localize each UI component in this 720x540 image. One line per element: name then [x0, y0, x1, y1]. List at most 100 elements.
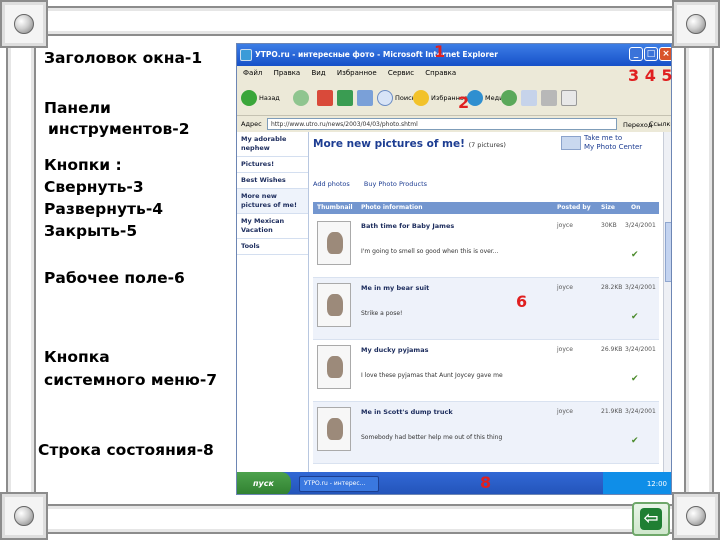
table-row[interactable]: Bath time for Baby James I'm going to sm…: [313, 216, 659, 278]
photo-desc: I love these pyjamas that Aunt Joycey ga…: [361, 372, 503, 379]
photo-title[interactable]: Me in Scott's dump truck: [361, 408, 453, 416]
marker-3-4-5: 3 4 5: [628, 66, 673, 85]
col-size[interactable]: Size: [601, 202, 615, 214]
buy-products-link[interactable]: Buy Photo Products: [364, 180, 427, 188]
toolbar-print-button[interactable]: [541, 88, 559, 108]
frame-corner-bottom-right: [672, 492, 720, 540]
photo-by: joyce: [557, 346, 573, 353]
col-thumbnail[interactable]: Thumbnail: [317, 202, 353, 214]
address-input[interactable]: http://www.utro.ru/news/2003/04/03/photo…: [267, 118, 617, 130]
photo-desc: Strike a pose!: [361, 310, 403, 317]
label-sysmenu-line2: системного меню-7: [44, 371, 218, 389]
table-header: Thumbnail Photo information Posted by Si…: [313, 202, 659, 214]
frame-bottom-bar: [30, 504, 690, 534]
photo-center-link[interactable]: Take me to My Photo Center: [561, 134, 642, 152]
sidenav-item[interactable]: Best Wishes: [237, 173, 308, 189]
photo-thumbnail[interactable]: [317, 345, 351, 389]
frame-corner-bottom-left: [0, 492, 48, 540]
taskbar-window-button[interactable]: УТРО.ru - интерес...: [299, 476, 379, 492]
menu-tools[interactable]: Сервис: [388, 69, 414, 77]
table-row[interactable]: Me in Scott's dump truck Somebody had be…: [313, 402, 659, 464]
edit-check-icon[interactable]: ✔: [631, 436, 639, 446]
edit-check-icon[interactable]: ✔: [631, 374, 639, 384]
table-row[interactable]: My ducky pyjamas I love these pyjamas th…: [313, 340, 659, 402]
ie-app-icon[interactable]: [240, 49, 252, 61]
marker-2: 2: [458, 93, 470, 112]
label-buttons-maximize: Развернуть-4: [44, 200, 164, 218]
star-icon: [413, 90, 429, 106]
photo-size: 21.9KB: [601, 408, 623, 415]
toolbar-stop-button[interactable]: [317, 88, 335, 108]
photo-size: 30KB: [601, 222, 617, 229]
back-arrow-icon: [241, 90, 257, 106]
links-label[interactable]: Ссылки: [649, 116, 671, 132]
menu-file[interactable]: Файл: [243, 69, 262, 77]
back-button[interactable]: ⇦: [632, 502, 670, 536]
forward-arrow-icon: [293, 90, 309, 106]
stop-icon: [317, 90, 333, 106]
label-status-bar: Строка состояния-8: [38, 441, 214, 459]
photo-thumbnail[interactable]: [317, 283, 351, 327]
photo-title[interactable]: Bath time for Baby James: [361, 222, 454, 230]
menu-favorites[interactable]: Избранное: [337, 69, 377, 77]
toolbar-history-button[interactable]: [501, 88, 519, 108]
maximize-icon[interactable]: □: [644, 47, 658, 61]
col-posted-by[interactable]: Posted by: [557, 202, 591, 214]
toolbar-back-button[interactable]: Назад: [241, 88, 280, 108]
marker-6: 6: [516, 292, 528, 311]
page-title: More new pictures of me! (7 pictures): [313, 138, 506, 150]
add-photos-link[interactable]: Add photos: [313, 180, 350, 188]
minimize-icon[interactable]: _: [629, 47, 643, 61]
vertical-scrollbar[interactable]: [663, 132, 671, 472]
col-on[interactable]: On: [631, 202, 640, 214]
edit-check-icon[interactable]: ✔: [631, 250, 639, 260]
arrow-left-icon: ⇦: [640, 508, 662, 530]
scrollbar-thumb[interactable]: [665, 222, 671, 282]
label-sysmenu-line1: Кнопка: [44, 348, 110, 366]
home-icon: [357, 90, 373, 106]
sidenav-item[interactable]: My Mexican Vacation: [237, 214, 308, 239]
taskbar: пуск УТРО.ru - интерес... 12:00: [237, 472, 671, 494]
photo-table: Bath time for Baby James I'm going to sm…: [313, 216, 659, 464]
ie-window-screenshot: УТРО.ru - интересные фото - Microsoft In…: [236, 43, 672, 495]
photo-icon: [327, 232, 343, 254]
photo-date: 3/24/2001: [625, 346, 656, 353]
ie-title-bar: УТРО.ru - интересные фото - Microsoft In…: [237, 44, 671, 66]
sidenav-item-active[interactable]: More new pictures of me!: [237, 189, 308, 214]
photo-size: 26.9KB: [601, 346, 623, 353]
menu-view[interactable]: Вид: [311, 69, 325, 77]
close-icon[interactable]: ×: [659, 47, 671, 61]
frame-left-bar: [6, 30, 36, 510]
photo-title[interactable]: My ducky pyjamas: [361, 346, 428, 354]
toolbar-refresh-button[interactable]: [337, 88, 355, 108]
menu-edit[interactable]: Правка: [274, 69, 301, 77]
ie-content-area: My adorable nephew Pictures! Best Wishes…: [237, 132, 671, 472]
toolbar-forward-button[interactable]: [293, 88, 311, 108]
menu-help[interactable]: Справка: [425, 69, 456, 77]
media-icon: [467, 90, 483, 106]
frame-top-bar: [30, 6, 690, 36]
corner-knob-icon: [14, 506, 34, 526]
toolbar-home-button[interactable]: [357, 88, 375, 108]
edit-check-icon[interactable]: ✔: [631, 312, 639, 322]
label-buttons-close: Закрыть-5: [44, 222, 138, 240]
photo-thumbnail[interactable]: [317, 407, 351, 451]
page-count: (7 pictures): [468, 141, 506, 149]
sidenav-item[interactable]: Tools: [237, 239, 308, 255]
start-button[interactable]: пуск: [237, 472, 291, 494]
photo-thumbnail[interactable]: [317, 221, 351, 265]
marker-1: 1: [434, 42, 446, 61]
go-button[interactable]: Переход: [623, 117, 652, 133]
label-buttons-minimize: Свернуть-3: [44, 178, 144, 196]
photo-actions: Add photos Buy Photo Products: [313, 180, 439, 188]
col-photo-info[interactable]: Photo information: [361, 202, 423, 214]
ie-menu-bar: Файл Правка Вид Избранное Сервис Справка: [237, 66, 671, 80]
photo-icon: [327, 294, 343, 316]
sidenav-item[interactable]: Pictures!: [237, 157, 308, 173]
toolbar-edit-button[interactable]: [561, 88, 579, 108]
sidenav-item[interactable]: My adorable nephew: [237, 132, 308, 157]
toolbar-search-button[interactable]: Поиск: [377, 88, 416, 108]
photo-title[interactable]: Me in my bear suit: [361, 284, 429, 292]
toolbar-mail-button[interactable]: [521, 88, 539, 108]
table-row[interactable]: Me in my bear suit Strike a pose! joyce …: [313, 278, 659, 340]
